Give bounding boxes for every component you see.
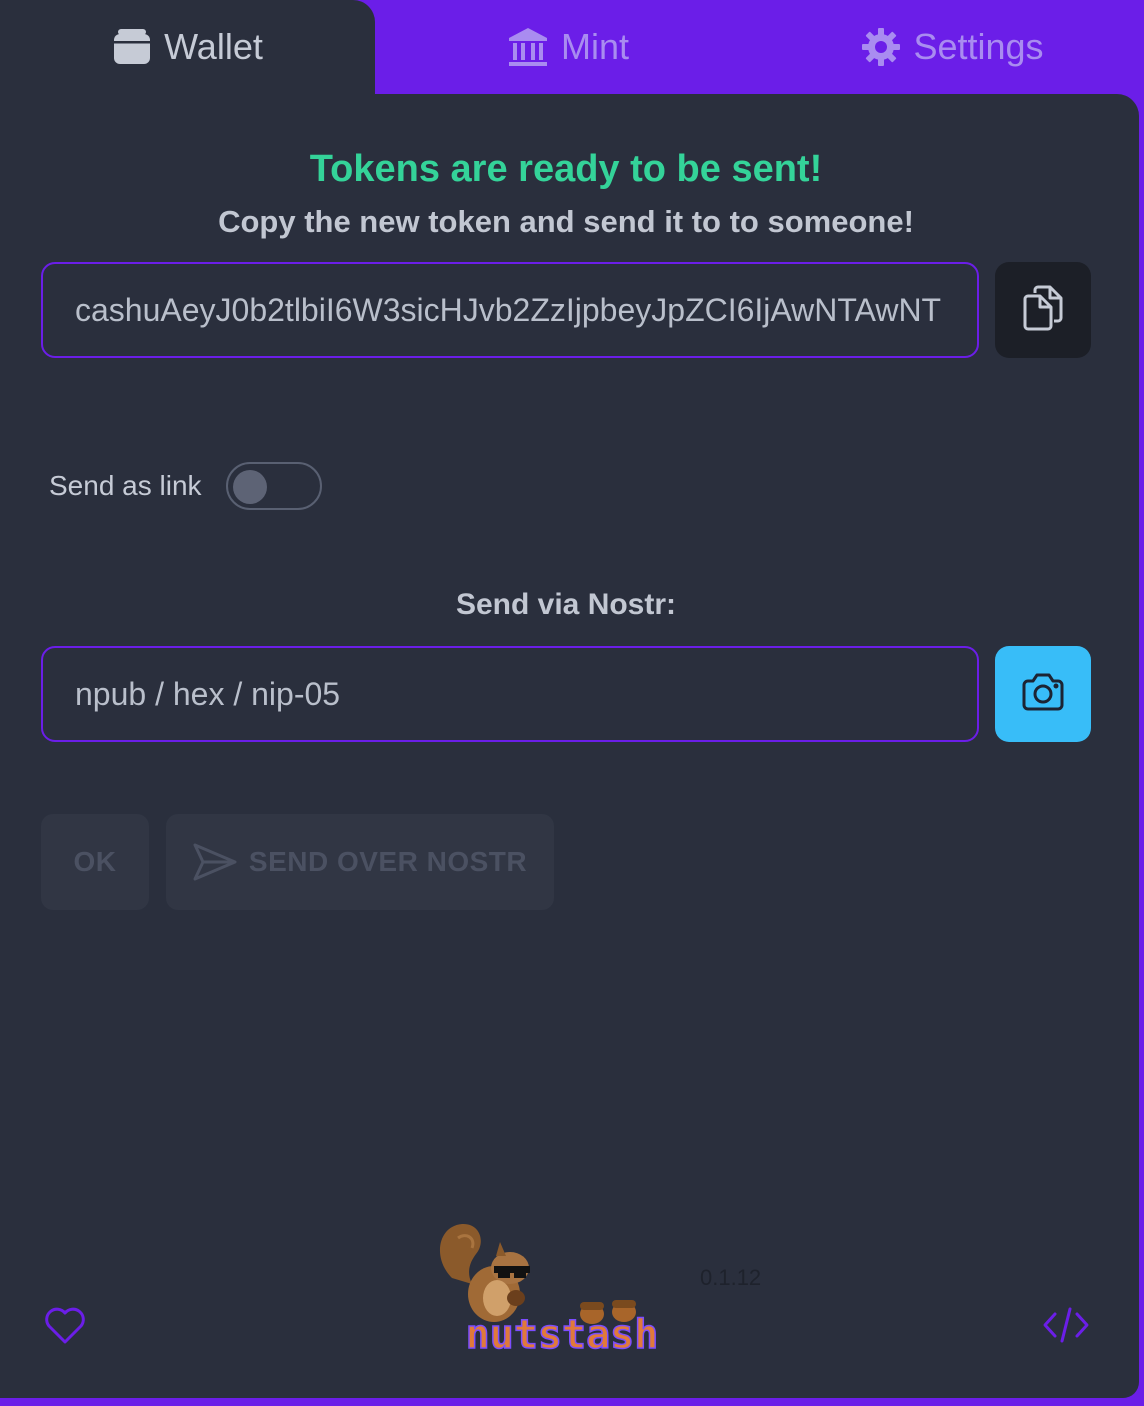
toggle-knob (232, 470, 267, 504)
ok-button[interactable]: OK (41, 814, 149, 910)
tab-bar: Wallet Mint Settings (0, 0, 1144, 94)
ok-label: OK (73, 846, 117, 877)
tab-wallet-label: Wallet (164, 26, 263, 67)
scan-qr-button[interactable] (995, 646, 1091, 742)
tab-mint[interactable]: Mint (375, 0, 761, 94)
camera-icon (1021, 673, 1065, 716)
send-over-nostr-button[interactable]: SEND OVER NOSTR (166, 814, 554, 910)
copy-icon (1021, 285, 1065, 336)
nutstash-logo: nutstash (430, 1218, 694, 1359)
token-value: cashuAeyJ0b2tlbiI6W3sicHJvb2ZzIjpbeyJpZC… (75, 291, 942, 328)
bank-icon (507, 26, 549, 68)
heart-icon[interactable] (44, 1305, 86, 1350)
page-subtitle: Copy the new token and send it to to som… (218, 204, 914, 239)
send-icon (193, 843, 237, 881)
token-field[interactable]: cashuAeyJ0b2tlbiI6W3sicHJvb2ZzIjpbeyJpZC… (41, 262, 979, 358)
nostr-recipient-field[interactable] (41, 646, 979, 742)
version-label: 0.1.12 (700, 1265, 762, 1290)
send-as-link-toggle[interactable] (225, 462, 322, 510)
nostr-recipient-input[interactable] (75, 675, 945, 713)
wallet-icon (112, 28, 152, 66)
tab-settings-label: Settings (913, 26, 1044, 67)
tab-settings[interactable]: Settings (761, 0, 1144, 94)
copy-button[interactable] (995, 262, 1091, 358)
nostr-section-label: Send via Nostr: (455, 588, 677, 621)
code-icon[interactable] (1042, 1306, 1090, 1349)
tab-wallet[interactable]: Wallet (0, 0, 375, 94)
logo-text: nutstash (466, 1312, 659, 1358)
squirrel-mascot (439, 1223, 530, 1322)
tab-mint-label: Mint (560, 26, 629, 67)
send-over-nostr-label: SEND OVER NOSTR (248, 846, 528, 877)
send-as-link-label: Send as link (49, 470, 202, 501)
send-as-link-row: Send as link (49, 462, 322, 510)
page-title: Tokens are ready to be sent! (309, 148, 823, 190)
gear-icon (861, 27, 901, 67)
